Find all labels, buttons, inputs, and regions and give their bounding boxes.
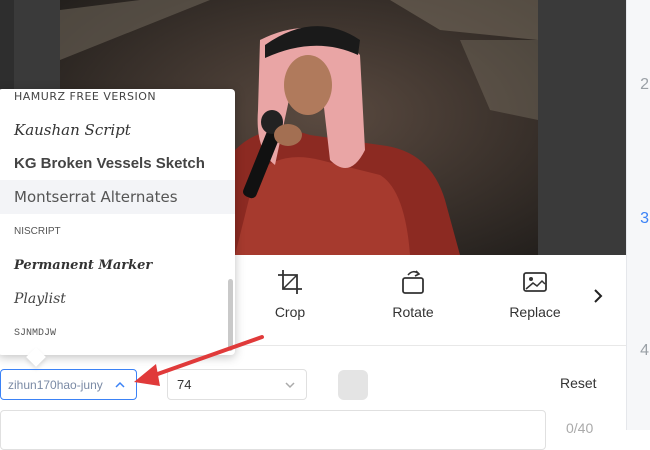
replace-button[interactable]: Replace xyxy=(490,268,580,320)
crop-button[interactable]: Crop xyxy=(245,268,335,320)
step-gutter: 2 3 4 xyxy=(626,0,650,430)
dropdown-scrollbar[interactable] xyxy=(228,279,233,351)
character-count: 0/40 xyxy=(566,420,594,436)
font-option[interactable]: KG Broken Vessels Sketch xyxy=(0,146,226,180)
rotate-button[interactable]: Rotate xyxy=(368,268,458,320)
font-option[interactable]: NISCRIPT xyxy=(0,214,226,248)
chevron-up-icon xyxy=(115,381,125,388)
text-input[interactable] xyxy=(0,410,546,450)
step-number-active: 3 xyxy=(640,210,649,227)
chevron-right-icon[interactable] xyxy=(588,286,608,306)
font-option-hovered[interactable]: Montserrat Alternates xyxy=(0,180,235,214)
replace-label: Replace xyxy=(509,304,561,320)
font-select-value: zihun170hao-juny xyxy=(8,377,103,392)
font-option[interactable]: Permanent Marker xyxy=(0,248,226,282)
font-option[interactable]: HAMURZ FREE VERSION xyxy=(0,89,226,113)
step-number: 4 xyxy=(640,342,649,359)
font-option[interactable]: SJNMDJW xyxy=(0,316,226,350)
font-size-select[interactable]: 74 xyxy=(167,369,307,400)
font-option[interactable]: Playlist xyxy=(0,282,226,316)
reset-button[interactable]: Reset xyxy=(560,375,597,391)
font-size-value: 74 xyxy=(177,377,192,392)
text-color-swatch[interactable] xyxy=(338,370,368,400)
step-number: 2 xyxy=(640,76,649,93)
font-dropdown-menu: HAMURZ FREE VERSION Kaushan Script KG Br… xyxy=(0,89,235,355)
replace-image-icon xyxy=(523,272,547,292)
crop-label: Crop xyxy=(274,304,306,320)
chevron-down-icon xyxy=(285,382,295,389)
crop-icon xyxy=(278,270,302,294)
font-option[interactable]: Kaushan Script xyxy=(0,113,226,147)
font-family-select[interactable]: zihun170hao-juny xyxy=(0,369,137,400)
rotate-label: Rotate xyxy=(392,304,434,320)
rotate-icon xyxy=(402,270,424,294)
